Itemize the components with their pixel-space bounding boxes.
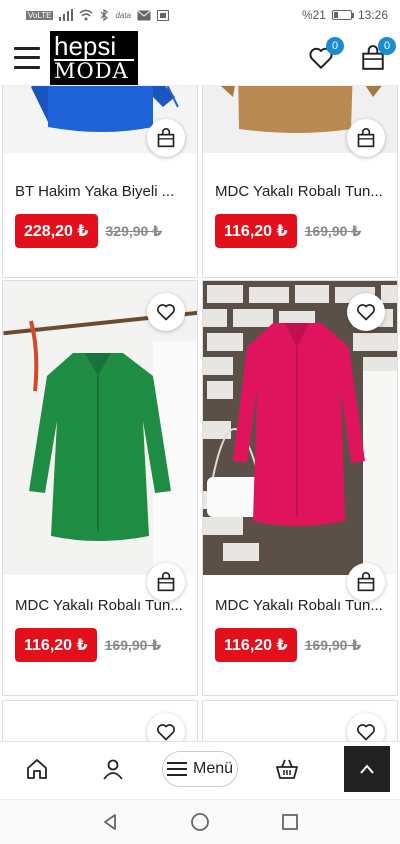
bottom-navigation: Menü [0,741,400,799]
logo-line1: hepsi [54,31,117,61]
add-to-cart-button[interactable] [347,563,385,601]
product-card[interactable]: BT Hakim Yaka Biyeli ... 228,20 ₺ 329,90… [2,86,198,278]
user-icon [103,759,123,780]
hamburger-icon [166,762,187,776]
basket-icon [276,759,298,779]
logo-line2: MODA [54,59,134,82]
wishlist-button[interactable]: 0 [308,36,344,71]
product-card[interactable]: MDC Yakalı Robalı Tun... 116,20 ₺ 169,90… [2,280,198,696]
home-icon [27,759,47,779]
product-old-price: 329,90 ₺ [105,222,162,239]
product-old-price: 169,90 ₺ [304,636,362,653]
cart-count-badge: 0 [378,36,396,55]
favorite-button[interactable] [147,713,185,741]
recents-icon[interactable] [280,812,300,832]
wifi-icon [79,9,93,21]
heart-icon [157,724,175,741]
product-price: 116,20 ₺ [15,628,97,662]
home-button[interactable] [22,754,52,784]
product-price: 116,20 ₺ [215,214,297,248]
bluetooth-icon [100,9,109,21]
gallery-icon [157,9,169,21]
add-to-cart-button[interactable] [147,119,185,157]
product-card[interactable] [2,700,198,741]
hamburger-menu-icon[interactable] [14,46,40,69]
favorite-button[interactable] [347,293,385,331]
battery-icon [331,10,354,20]
shopping-bag-icon [357,128,375,148]
clock: 13:26 [357,8,388,22]
menu-button[interactable]: Menü [162,751,238,787]
heart-icon [357,304,375,321]
system-navigation-bar [0,799,400,844]
account-button[interactable] [98,754,128,784]
product-card[interactable] [202,700,398,741]
add-to-cart-button[interactable] [347,119,385,157]
back-icon[interactable] [100,812,120,832]
favorite-button[interactable] [147,293,185,331]
product-title[interactable]: BT Hakim Yaka Biyeli ... [15,183,185,200]
data-icon: data [115,10,131,20]
volte-icon: VoLTE [26,10,54,20]
wishlist-count-badge: 0 [326,36,344,55]
product-title[interactable]: MDC Yakalı Robalı Tun... [215,183,385,200]
basket-button[interactable] [272,754,302,784]
site-header: hepsi MODA 0 0 [0,30,400,86]
shopping-bag-icon [357,572,375,592]
status-bar: VoLTE data %21 13:26 [0,0,400,30]
product-old-price: 169,90 ₺ [104,636,162,653]
product-grid: BT Hakim Yaka Biyeli ... 228,20 ₺ 329,90… [0,86,400,741]
menu-label: Menü [192,760,234,777]
heart-icon [357,724,375,741]
mail-icon [137,10,151,20]
logo[interactable]: hepsi MODA [50,30,138,85]
signal-icon [59,9,74,21]
favorite-button[interactable] [347,713,385,741]
home-circle-icon[interactable] [190,812,210,832]
product-card[interactable]: MDC Yakalı Robalı Tun... 116,20 ₺ 169,90… [202,280,398,696]
heart-icon [157,304,175,321]
product-price: 228,20 ₺ [15,214,98,248]
add-to-cart-button[interactable] [147,563,185,601]
battery-percent: %21 [301,8,326,22]
shopping-bag-icon [157,128,175,148]
scroll-to-top-button[interactable] [344,746,390,792]
product-price: 116,20 ₺ [215,628,297,662]
product-card[interactable]: MDC Yakalı Robalı Tun... 116,20 ₺ 169,90… [202,86,398,278]
product-old-price: 169,90 ₺ [304,222,362,239]
chevron-up-icon [360,764,374,774]
shopping-bag-icon [157,572,175,592]
cart-button[interactable]: 0 [360,36,396,71]
